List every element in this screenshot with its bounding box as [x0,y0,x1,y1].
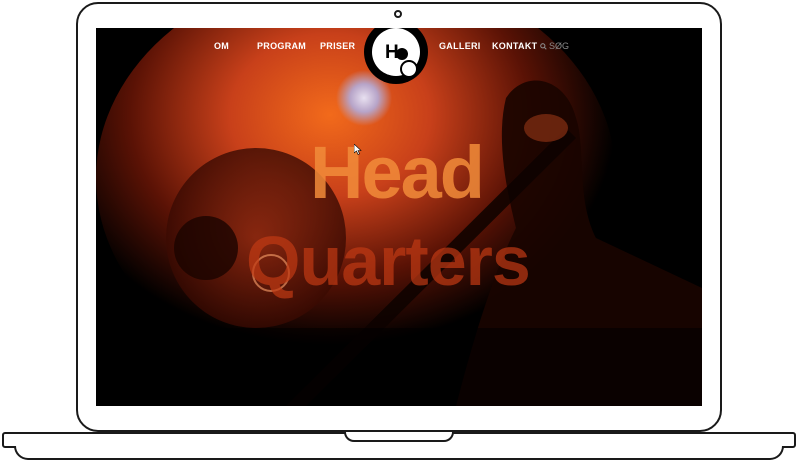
nav-item-kontakt[interactable]: KONTAKT [492,41,537,51]
search-button[interactable]: SØG [540,41,569,51]
logo-ball [400,60,418,78]
laptop-base-bottom [14,446,784,460]
nav-item-priser[interactable]: PRISER [320,41,355,51]
laptop-notch [344,432,454,442]
website-screen: Head Quarters OM PROGRAM PRISER GALLERI … [96,28,702,406]
hero-background [96,28,702,406]
hero-wordmark-line1: Head [310,131,485,214]
camera-icon [394,10,402,18]
search-icon [540,42,547,50]
mouse-cursor-icon [354,144,362,155]
nav-item-galleri[interactable]: GALLERI [439,41,481,51]
nav-item-om[interactable]: OM [214,41,229,51]
hero-wordmark-line2: Quarters [246,222,531,300]
search-label: SØG [549,41,570,51]
logo-dot [396,48,408,60]
nav-item-program[interactable]: PROGRAM [257,41,306,51]
